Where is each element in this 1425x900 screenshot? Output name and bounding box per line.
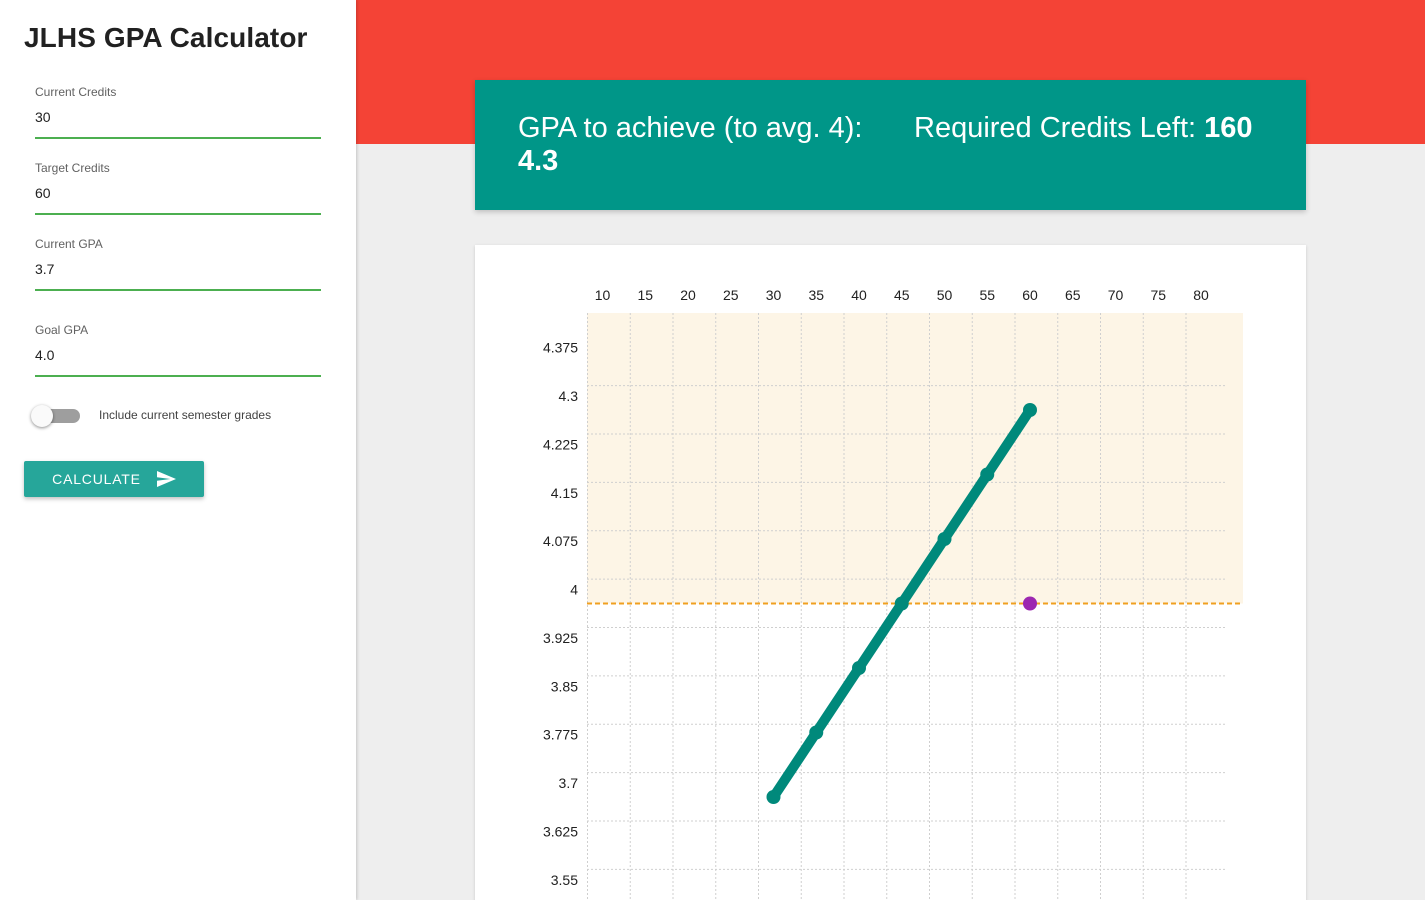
credits-result-label: Required Credits Left:	[914, 112, 1197, 144]
y-tick-label: 3.775	[543, 727, 578, 743]
y-tick-label: 3.625	[543, 823, 578, 839]
calculate-button[interactable]: CALCULATE	[24, 461, 204, 497]
goal-gpa-input[interactable]	[35, 347, 321, 377]
x-tick-label: 55	[979, 287, 995, 303]
x-tick-label: 15	[637, 287, 653, 303]
x-tick-label: 70	[1108, 287, 1124, 303]
y-tick-label: 4.375	[543, 340, 578, 356]
x-tick-label: 45	[894, 287, 910, 303]
current-credits-field: Current Credits	[35, 85, 321, 139]
chart-card: 10 15 20 25 30 35 40 45 50 55 60 65 70 75 80 3.55 3.625 3…	[475, 245, 1306, 900]
x-tick-label: 60	[1022, 287, 1038, 303]
x-tick-label: 30	[766, 287, 782, 303]
y-tick-label: 4.225	[543, 436, 578, 452]
current-credits-input[interactable]	[35, 109, 321, 139]
current-credits-label: Current Credits	[35, 85, 117, 99]
goal-point	[1023, 596, 1037, 611]
gpa-result: GPA to achieve (to avg. 4): 4.3	[518, 112, 878, 178]
semester-grades-toggle[interactable]	[31, 405, 80, 427]
semester-grades-toggle-label: Include current semester grades	[99, 408, 272, 422]
app-title: JLHS GPA Calculator	[24, 22, 308, 53]
gpa-data-point	[980, 467, 995, 482]
y-tick-label: 4.3	[559, 388, 579, 404]
gpa-data-point	[1023, 403, 1037, 417]
y-tick-label: 4.15	[551, 485, 578, 501]
result-card: GPA to achieve (to avg. 4): 4.3 Required…	[475, 80, 1306, 210]
current-gpa-field: Current GPA	[35, 237, 321, 291]
gpa-result-label: GPA to achieve (to avg. 4):	[518, 112, 863, 144]
x-tick-label: 25	[723, 287, 739, 303]
goal-exceeded-region	[587, 313, 1243, 604]
credits-result-value: 160	[1204, 112, 1253, 144]
y-tick-label: 3.85	[551, 678, 578, 694]
goal-gpa-label: Goal GPA	[35, 323, 89, 337]
goal-gpa-field: Goal GPA	[35, 323, 321, 377]
target-credits-input[interactable]	[35, 185, 321, 215]
gpa-data-point	[852, 661, 866, 675]
gpa-chart: 10 15 20 25 30 35 40 45 50 55 60 65 70 75 80 3.55 3.625 3…	[543, 287, 1243, 900]
send-icon	[156, 471, 176, 487]
x-tick-label: 35	[808, 287, 824, 303]
target-credits-field: Target Credits	[35, 161, 321, 215]
x-tick-label: 50	[937, 287, 953, 303]
toggle-thumb[interactable]	[31, 405, 53, 427]
y-tick-label: 3.55	[551, 872, 578, 888]
y-tick-label: 4.075	[543, 533, 578, 549]
gpa-data-point	[894, 596, 909, 611]
x-tick-label: 80	[1193, 287, 1209, 303]
x-tick-label: 20	[680, 287, 696, 303]
y-tick-label: 3.7	[559, 775, 579, 791]
x-tick-label: 65	[1065, 287, 1081, 303]
target-credits-label: Target Credits	[35, 161, 110, 175]
y-tick-label: 4	[570, 582, 578, 598]
x-tick-label: 40	[851, 287, 867, 303]
x-tick-label: 10	[595, 287, 611, 303]
credits-result: Required Credits Left: 160	[914, 112, 1253, 145]
current-gpa-input[interactable]	[35, 261, 321, 291]
gpa-result-value: 4.3	[518, 145, 559, 177]
calculate-button-label: CALCULATE	[52, 471, 141, 487]
semester-grades-toggle-row: Include current semester grades	[31, 405, 272, 427]
gpa-data-point	[766, 790, 781, 804]
x-tick-label: 75	[1150, 287, 1166, 303]
current-gpa-label: Current GPA	[35, 237, 103, 251]
gpa-data-point	[809, 725, 824, 740]
gpa-data-point	[937, 532, 952, 546]
sidebar: JLHS GPA Calculator Current Credits Targ…	[0, 0, 356, 900]
y-tick-label: 3.925	[543, 630, 578, 646]
